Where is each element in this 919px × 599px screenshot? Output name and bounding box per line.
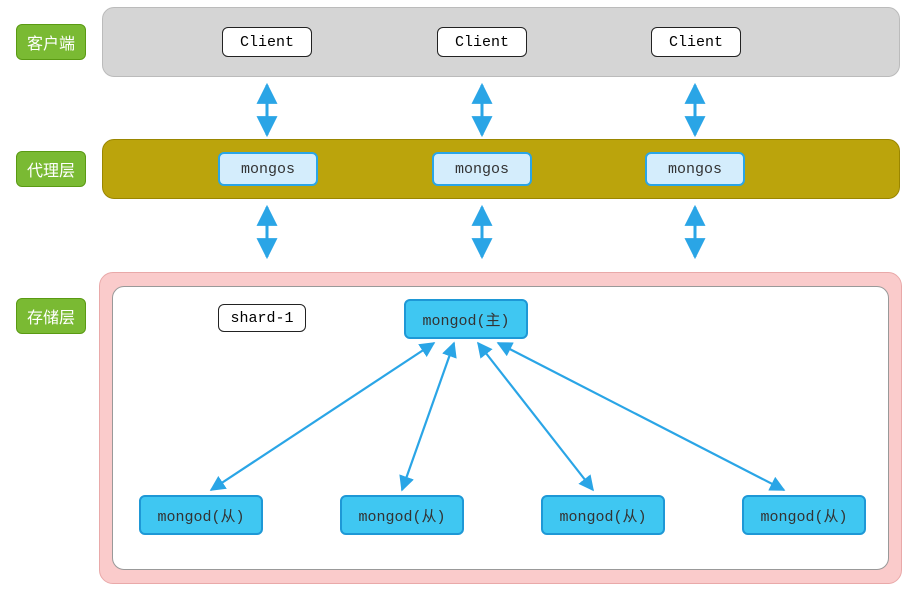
- mongos-node: mongos: [432, 152, 532, 186]
- mongod-secondary: mongod(从): [541, 495, 665, 535]
- layer-label-client: 客户端: [16, 24, 86, 60]
- layer-label-proxy: 代理层: [16, 151, 86, 187]
- client-node: Client: [651, 27, 741, 57]
- mongod-secondary: mongod(从): [742, 495, 866, 535]
- mongod-secondary: mongod(从): [139, 495, 263, 535]
- mongod-secondary: mongod(从): [340, 495, 464, 535]
- client-node: Client: [222, 27, 312, 57]
- mongos-node: mongos: [645, 152, 745, 186]
- mongos-node: mongos: [218, 152, 318, 186]
- mongod-primary: mongod(主): [404, 299, 528, 339]
- layer-label-storage: 存储层: [16, 298, 86, 334]
- client-node: Client: [437, 27, 527, 57]
- shard-label: shard-1: [218, 304, 306, 332]
